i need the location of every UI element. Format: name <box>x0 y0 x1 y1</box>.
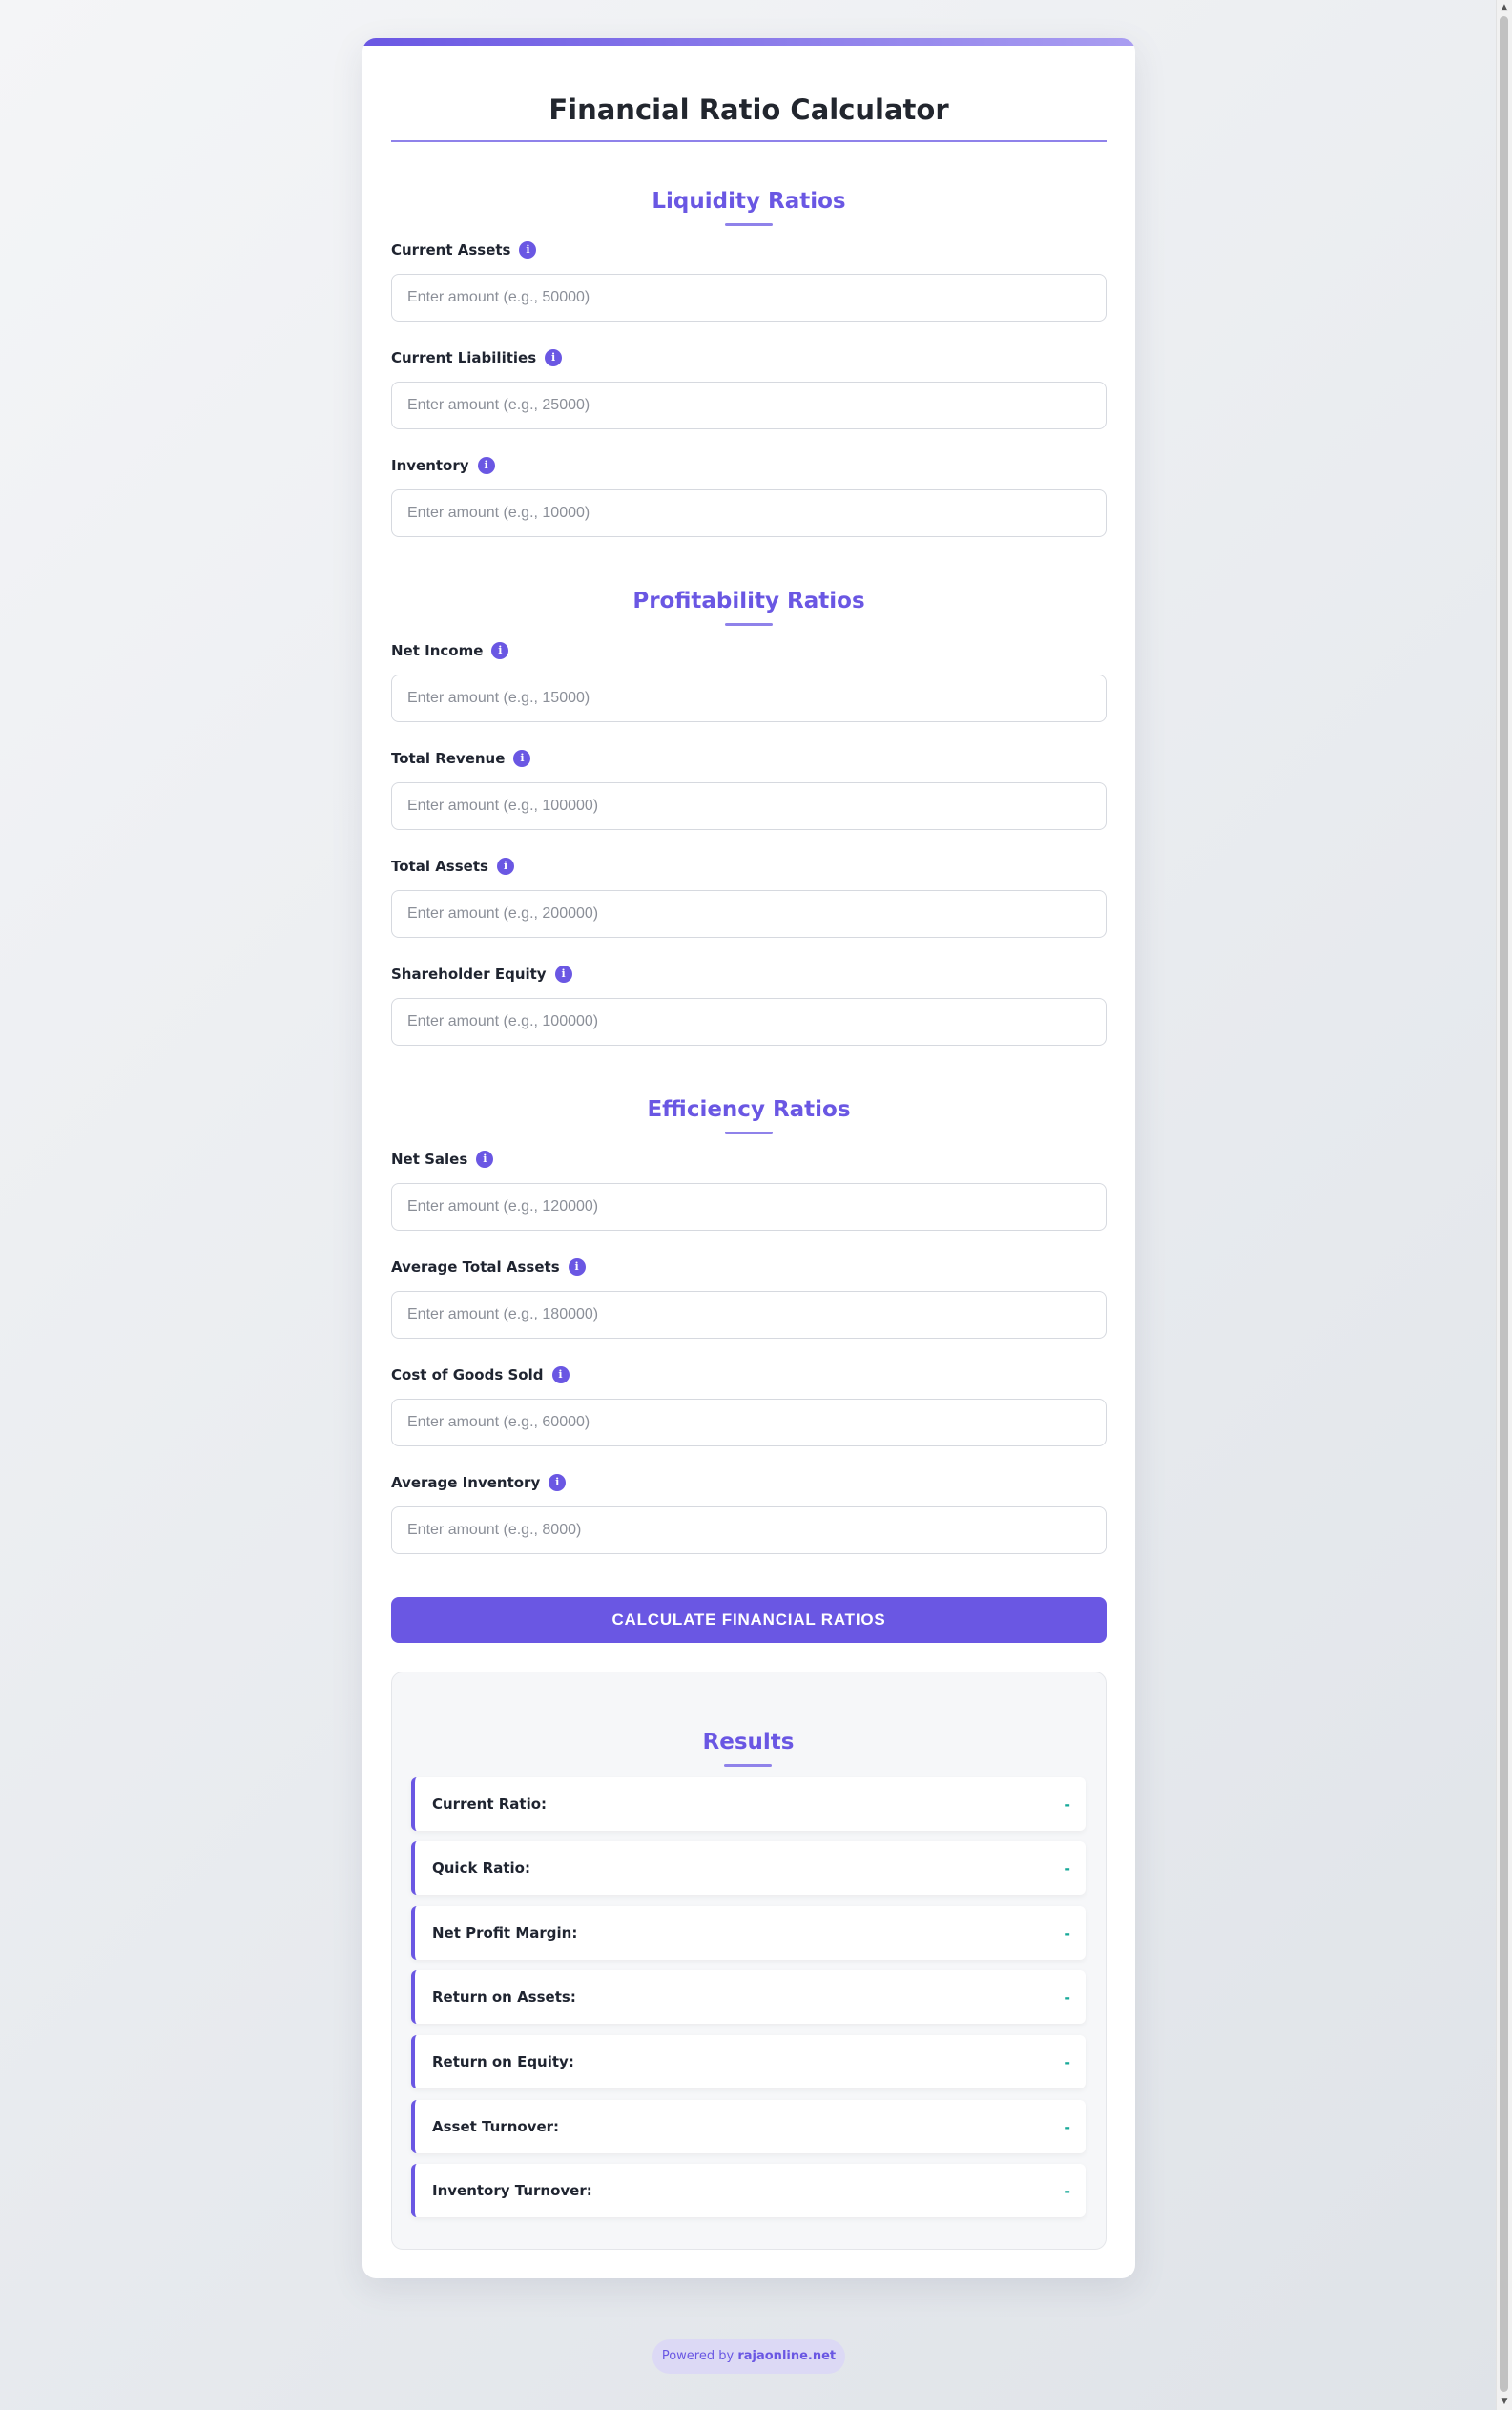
label-text: Average Inventory <box>391 1474 541 1491</box>
info-icon[interactable]: i <box>545 349 563 366</box>
info-icon[interactable]: i <box>477 457 495 474</box>
label-text: Total Assets <box>391 858 488 875</box>
section-title-profitability: Profitability Ratios <box>632 589 865 613</box>
label-text: Shareholder Equity <box>391 966 547 983</box>
result-row-return-on-assets: Return on Assets: - <box>411 1970 1086 2024</box>
result-label: Asset Turnover: <box>432 2118 560 2135</box>
result-label: Return on Assets: <box>432 1988 576 2005</box>
info-icon[interactable]: i <box>496 858 514 875</box>
label-text: Inventory <box>391 457 469 474</box>
info-icon[interactable]: i <box>549 1474 567 1491</box>
field-label-average-inventory: Average Inventory i <box>391 1471 567 1494</box>
info-icon[interactable]: i <box>476 1151 494 1168</box>
result-value: - <box>1064 1923 1070 1943</box>
result-value: - <box>1064 1795 1070 1814</box>
info-icon[interactable]: i <box>554 966 572 983</box>
result-row-quick-ratio: Quick Ratio: - <box>411 1841 1086 1895</box>
section-underline <box>724 1764 772 1767</box>
result-value: - <box>1064 2181 1070 2200</box>
field-label-total-revenue: Total Revenue i <box>391 747 531 770</box>
result-row-current-ratio: Current Ratio: - <box>411 1777 1086 1831</box>
field-label-total-assets: Total Assets i <box>391 855 514 878</box>
powered-by-link[interactable]: rajaonline.net <box>737 2349 836 2363</box>
results-panel: Results Current Ratio: - Quick Ratio: - … <box>391 1672 1107 2250</box>
info-icon[interactable]: i <box>519 241 537 259</box>
label-text: Current Liabilities <box>391 349 537 366</box>
scroll-up-arrow-icon[interactable]: ▲ <box>1497 0 1512 16</box>
current-assets-input[interactable] <box>391 274 1107 322</box>
result-label: Inventory Turnover: <box>432 2182 592 2199</box>
powered-by-badge: Powered by rajaonline.net <box>652 2339 845 2374</box>
field-label-average-total-assets: Average Total Assets i <box>391 1256 586 1278</box>
current-liabilities-input[interactable] <box>391 382 1107 429</box>
section-title-efficiency: Efficiency Ratios <box>647 1097 851 1122</box>
result-label: Return on Equity: <box>432 2053 574 2070</box>
title-divider <box>391 140 1107 142</box>
total-assets-input[interactable] <box>391 890 1107 938</box>
result-label: Net Profit Margin: <box>432 1924 578 1942</box>
page-scrollbar[interactable]: ▲ ▼ <box>1496 0 1512 2410</box>
net-sales-input[interactable] <box>391 1183 1107 1231</box>
info-icon[interactable]: i <box>568 1258 586 1276</box>
card-accent-bar <box>362 38 1135 46</box>
page-title: Financial Ratio Calculator <box>549 93 949 126</box>
label-text: Net Sales <box>391 1151 468 1168</box>
calculator-card: Financial Ratio Calculator Liquidity Rat… <box>362 38 1135 2278</box>
label-text: Total Revenue <box>391 750 506 767</box>
result-row-asset-turnover: Asset Turnover: - <box>411 2100 1086 2153</box>
info-icon[interactable]: i <box>513 750 531 767</box>
calculate-financial-ratios-button[interactable]: CALCULATE FINANCIAL RATIOS <box>391 1597 1107 1643</box>
cost-of-goods-sold-input[interactable] <box>391 1399 1107 1446</box>
label-text: Net Income <box>391 642 484 659</box>
section-underline <box>725 223 773 226</box>
scroll-down-arrow-icon[interactable]: ▼ <box>1497 2394 1512 2410</box>
scrollbar-thumb[interactable] <box>1500 16 1508 2392</box>
field-label-net-income: Net Income i <box>391 639 509 662</box>
field-label-inventory: Inventory i <box>391 454 495 477</box>
result-value: - <box>1064 1859 1070 1878</box>
results-title: Results <box>702 1730 795 1755</box>
section-underline <box>725 1132 773 1134</box>
total-revenue-input[interactable] <box>391 782 1107 830</box>
info-icon[interactable]: i <box>491 642 509 659</box>
net-income-input[interactable] <box>391 675 1107 722</box>
section-underline <box>725 623 773 626</box>
shareholder-equity-input[interactable] <box>391 998 1107 1046</box>
field-label-net-sales: Net Sales i <box>391 1148 494 1171</box>
result-value: - <box>1064 1987 1070 2006</box>
powered-by-text: Powered by <box>661 2349 735 2363</box>
label-text: Cost of Goods Sold <box>391 1366 544 1383</box>
field-label-cost-of-goods-sold: Cost of Goods Sold i <box>391 1363 570 1386</box>
result-label: Quick Ratio: <box>432 1859 530 1877</box>
inventory-input[interactable] <box>391 489 1107 537</box>
average-total-assets-input[interactable] <box>391 1291 1107 1339</box>
field-label-current-liabilities: Current Liabilities i <box>391 346 563 369</box>
result-value: - <box>1064 2117 1070 2136</box>
info-icon[interactable]: i <box>551 1366 570 1383</box>
label-text: Current Assets <box>391 241 511 259</box>
average-inventory-input[interactable] <box>391 1506 1107 1554</box>
section-title-liquidity: Liquidity Ratios <box>652 189 846 214</box>
result-label: Current Ratio: <box>432 1796 548 1813</box>
result-value: - <box>1064 2052 1070 2071</box>
field-label-current-assets: Current Assets i <box>391 239 537 261</box>
result-row-inventory-turnover: Inventory Turnover: - <box>411 2164 1086 2217</box>
result-row-net-profit-margin: Net Profit Margin: - <box>411 1906 1086 1960</box>
result-row-return-on-equity: Return on Equity: - <box>411 2035 1086 2088</box>
label-text: Average Total Assets <box>391 1258 560 1276</box>
field-label-shareholder-equity: Shareholder Equity i <box>391 963 572 986</box>
